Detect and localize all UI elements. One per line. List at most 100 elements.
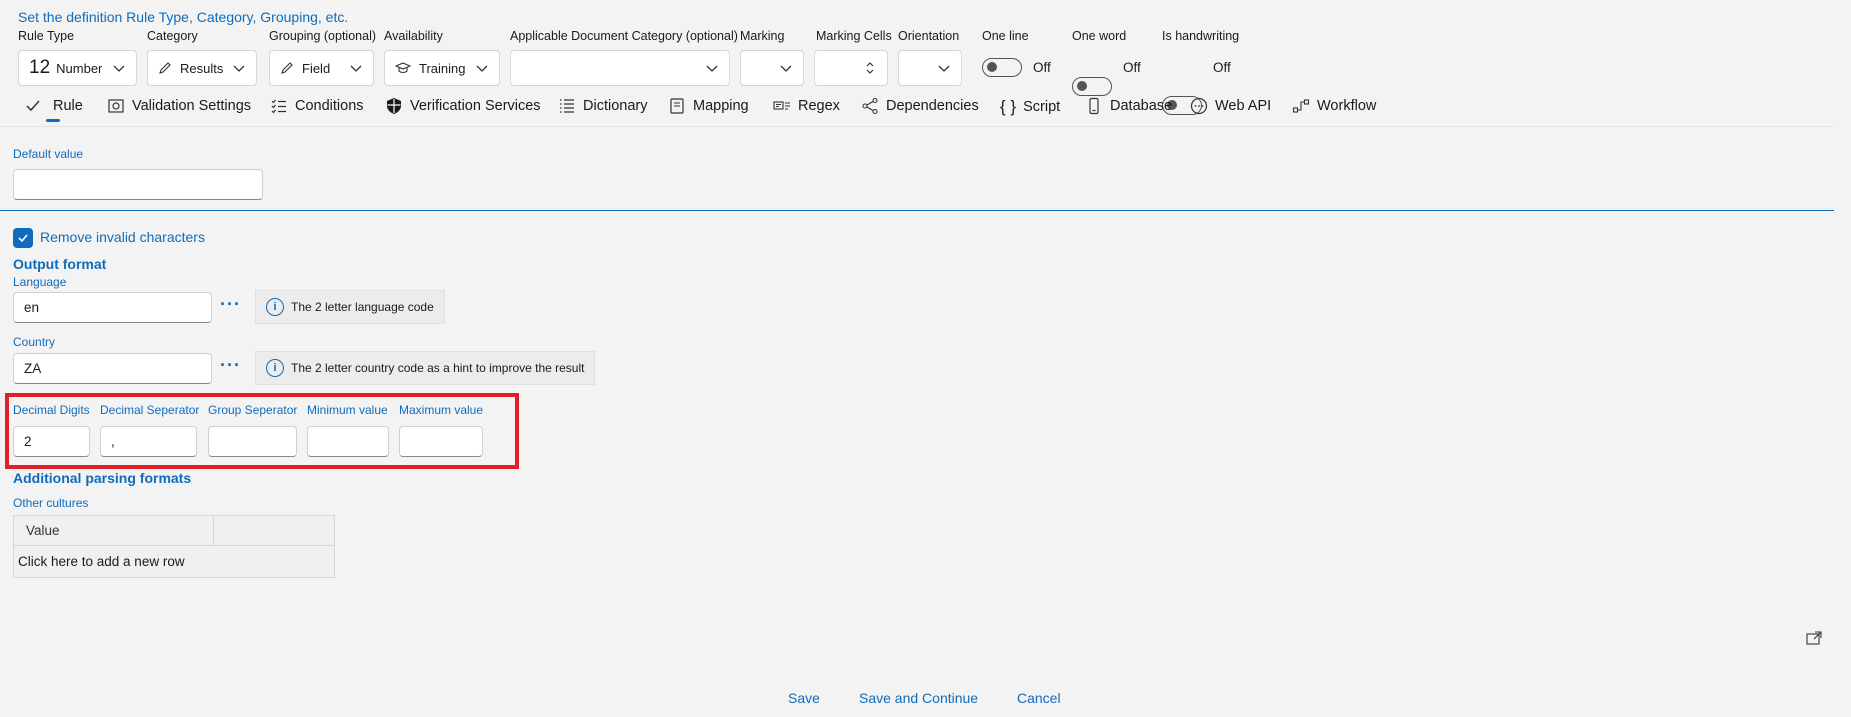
tab-dictionary-label: Dictionary	[583, 98, 648, 114]
tab-verification-services[interactable]: Verification Services	[385, 97, 541, 115]
category-value: Results	[180, 60, 224, 76]
pen-icon	[159, 62, 171, 74]
chevron-down-icon	[780, 65, 792, 72]
decimal-digits-input[interactable]: 2	[13, 426, 90, 457]
tab-web-api-label: Web API	[1215, 98, 1272, 114]
tab-validation-settings[interactable]: Validation Settings	[107, 97, 251, 115]
chevron-down-icon	[706, 65, 718, 72]
tab-verification-services-label: Verification Services	[410, 98, 541, 114]
orientation-label: Orientation	[898, 29, 960, 43]
availability-label: Availability	[384, 29, 443, 43]
tab-database-label: Database	[1110, 98, 1173, 114]
shield-icon	[387, 98, 401, 114]
parsing-title: Additional parsing formats	[13, 470, 192, 486]
country-more-button[interactable]: ···	[220, 355, 241, 376]
save-button[interactable]: Save	[788, 690, 820, 706]
default-value-label: Default value	[13, 147, 84, 161]
one-word-toggle[interactable]	[1072, 77, 1112, 96]
graduation-cap-icon	[395, 62, 411, 74]
other-cultures-label: Other cultures	[13, 496, 89, 510]
group-separator-input[interactable]	[208, 426, 297, 457]
tab-database[interactable]: Database	[1085, 97, 1172, 115]
popout-icon[interactable]	[1806, 631, 1822, 645]
workflow-icon	[1292, 99, 1310, 113]
checkmark-icon	[18, 234, 28, 243]
one-line-toggle[interactable]	[982, 58, 1022, 77]
one-word-label: One word	[1072, 29, 1127, 43]
tab-workflow[interactable]: Workflow	[1292, 97, 1376, 115]
one-line-label: One line	[982, 29, 1029, 43]
tab-regex[interactable]: Regex	[773, 97, 840, 115]
book-icon	[670, 98, 684, 114]
decimal-separator-label: Decimal Seperator	[100, 403, 200, 417]
doc-category-dropdown[interactable]	[510, 50, 730, 86]
marking-dropdown[interactable]	[740, 50, 804, 86]
language-label: Language	[13, 275, 67, 289]
tab-web-api[interactable]: Web API	[1190, 97, 1271, 115]
maximum-value-label: Maximum value	[399, 403, 484, 417]
availability-dropdown[interactable]: Training	[384, 50, 500, 86]
country-input[interactable]: ZA	[13, 353, 212, 384]
maximum-value-input[interactable]	[399, 426, 483, 457]
one-word-state: Off	[1123, 60, 1141, 75]
cancel-button[interactable]: Cancel	[1017, 690, 1061, 706]
tab-script[interactable]: { } Script	[1000, 97, 1060, 117]
availability-value: Training	[419, 60, 466, 76]
table-header-value: Value	[14, 516, 214, 545]
tab-bar-divider	[0, 126, 1834, 127]
tab-mapping[interactable]: Mapping	[668, 97, 749, 115]
language-more-button[interactable]: ···	[220, 294, 241, 315]
check-icon	[26, 100, 40, 112]
rule-type-dropdown[interactable]: 12 Number	[18, 50, 137, 86]
default-value-input[interactable]	[13, 169, 263, 200]
orientation-dropdown[interactable]	[898, 50, 962, 86]
group-separator-label: Group Seperator	[208, 403, 298, 417]
tab-validation-settings-label: Validation Settings	[132, 98, 252, 114]
country-label: Country	[13, 335, 56, 349]
country-hint-text: The 2 letter country code as a hint to i…	[291, 361, 585, 375]
language-input[interactable]: en	[13, 292, 212, 323]
is-handwriting-label: Is handwriting	[1162, 29, 1240, 43]
marking-label: Marking	[740, 29, 785, 43]
doc-category-label: Applicable Document Category (optional)	[510, 29, 738, 43]
grouping-dropdown[interactable]: Field	[269, 50, 374, 86]
grouping-label: Grouping (optional)	[269, 29, 377, 43]
tab-mapping-label: Mapping	[693, 98, 749, 114]
save-and-continue-button[interactable]: Save and Continue	[859, 690, 978, 706]
minimum-value-label: Minimum value	[307, 403, 388, 417]
category-dropdown[interactable]: Results	[147, 50, 257, 86]
list-icon	[560, 99, 574, 113]
tab-dependencies[interactable]: Dependencies	[861, 97, 979, 115]
marking-cells-label: Marking Cells	[816, 29, 892, 43]
tab-conditions[interactable]: Conditions	[270, 97, 364, 115]
one-line-state: Off	[1033, 60, 1051, 75]
other-cultures-table: Value Click here to add a new row	[13, 515, 335, 578]
remove-invalid-checkbox[interactable]	[13, 228, 33, 248]
chevron-down-icon	[476, 65, 488, 72]
rule-type-value: Number	[56, 60, 103, 76]
section-divider	[0, 210, 1834, 211]
decimal-separator-input[interactable]: ,	[100, 426, 197, 457]
tab-script-label: Script	[1023, 99, 1061, 115]
language-hint: i The 2 letter language code	[255, 290, 445, 324]
tab-rule[interactable]: Rule	[24, 97, 83, 115]
marking-cells-spinner[interactable]	[814, 50, 888, 86]
tab-rule-label: Rule	[53, 98, 83, 114]
language-hint-text: The 2 letter language code	[291, 300, 434, 314]
tab-dictionary[interactable]: Dictionary	[558, 97, 647, 115]
chevron-down-icon	[350, 65, 362, 72]
minimum-value-input[interactable]	[307, 426, 389, 457]
tab-conditions-label: Conditions	[295, 98, 364, 114]
chevron-down-icon	[233, 65, 245, 72]
add-row-button[interactable]: Click here to add a new row	[14, 546, 334, 577]
validation-icon	[108, 99, 124, 113]
info-icon: i	[266, 298, 284, 316]
category-label: Category	[147, 29, 198, 43]
grouping-value: Field	[302, 60, 331, 76]
list-check-icon	[271, 99, 286, 114]
country-hint: i The 2 letter country code as a hint to…	[255, 351, 596, 385]
chevron-down-icon	[938, 65, 950, 72]
number-type-icon: 12	[29, 57, 51, 78]
rule-type-label: Rule Type	[18, 29, 75, 43]
spinner-arrows-icon	[866, 62, 874, 74]
